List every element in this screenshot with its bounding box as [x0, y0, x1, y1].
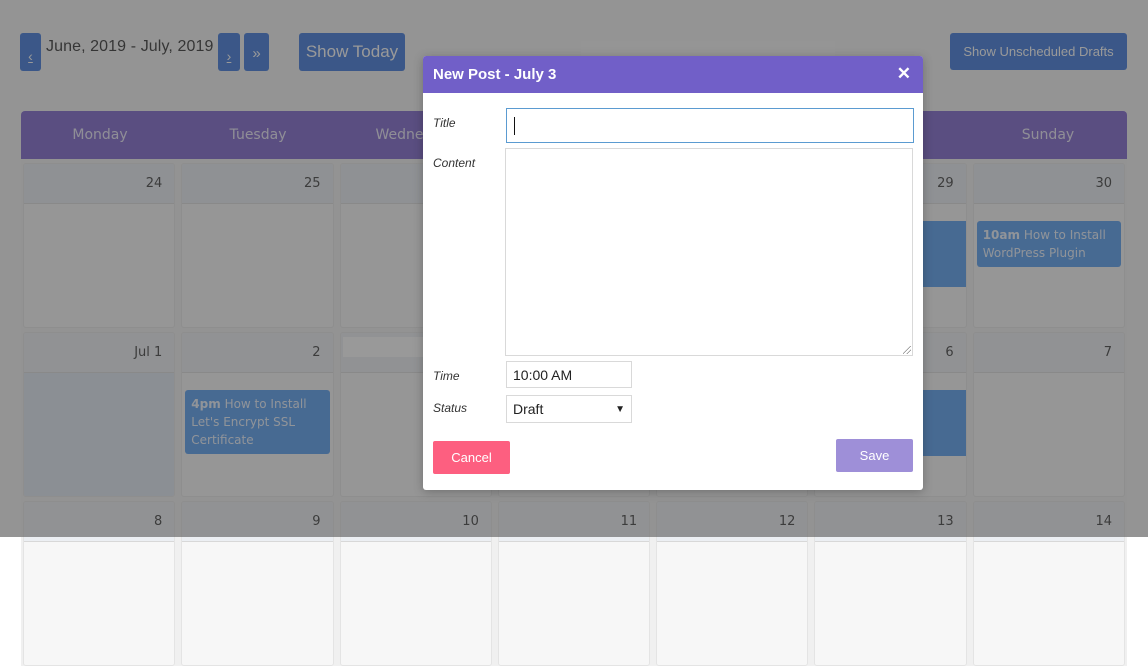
status-select[interactable]: Draft ▼: [506, 395, 632, 423]
day-body[interactable]: [499, 542, 649, 665]
resize-handle-icon[interactable]: [903, 346, 911, 354]
day-body[interactable]: [657, 542, 807, 665]
status-value: Draft: [513, 401, 544, 417]
cancel-button[interactable]: Cancel: [433, 441, 510, 474]
title-input[interactable]: [506, 108, 914, 143]
content-textarea[interactable]: [505, 148, 913, 356]
day-body[interactable]: [182, 542, 332, 665]
time-value: 10:00 AM: [513, 366, 573, 383]
day-body[interactable]: [815, 542, 965, 665]
status-label: Status: [433, 401, 468, 415]
time-input[interactable]: 10:00 AM: [506, 361, 632, 388]
text-cursor: [514, 116, 515, 135]
day-body[interactable]: [974, 542, 1124, 665]
dropdown-arrow-icon: ▼: [615, 403, 625, 415]
save-button[interactable]: Save: [836, 439, 913, 472]
new-post-dialog: New Post - July 3 ✕ Title Content Time 1…: [423, 56, 923, 490]
day-body[interactable]: [341, 542, 491, 665]
close-icon[interactable]: ✕: [897, 64, 911, 84]
day-body[interactable]: [24, 542, 174, 665]
title-label: Title: [433, 116, 456, 130]
content-label: Content: [433, 156, 476, 170]
time-label: Time: [433, 369, 460, 383]
dialog-title: New Post - July 3: [433, 66, 557, 83]
dialog-header: New Post - July 3: [423, 56, 923, 93]
